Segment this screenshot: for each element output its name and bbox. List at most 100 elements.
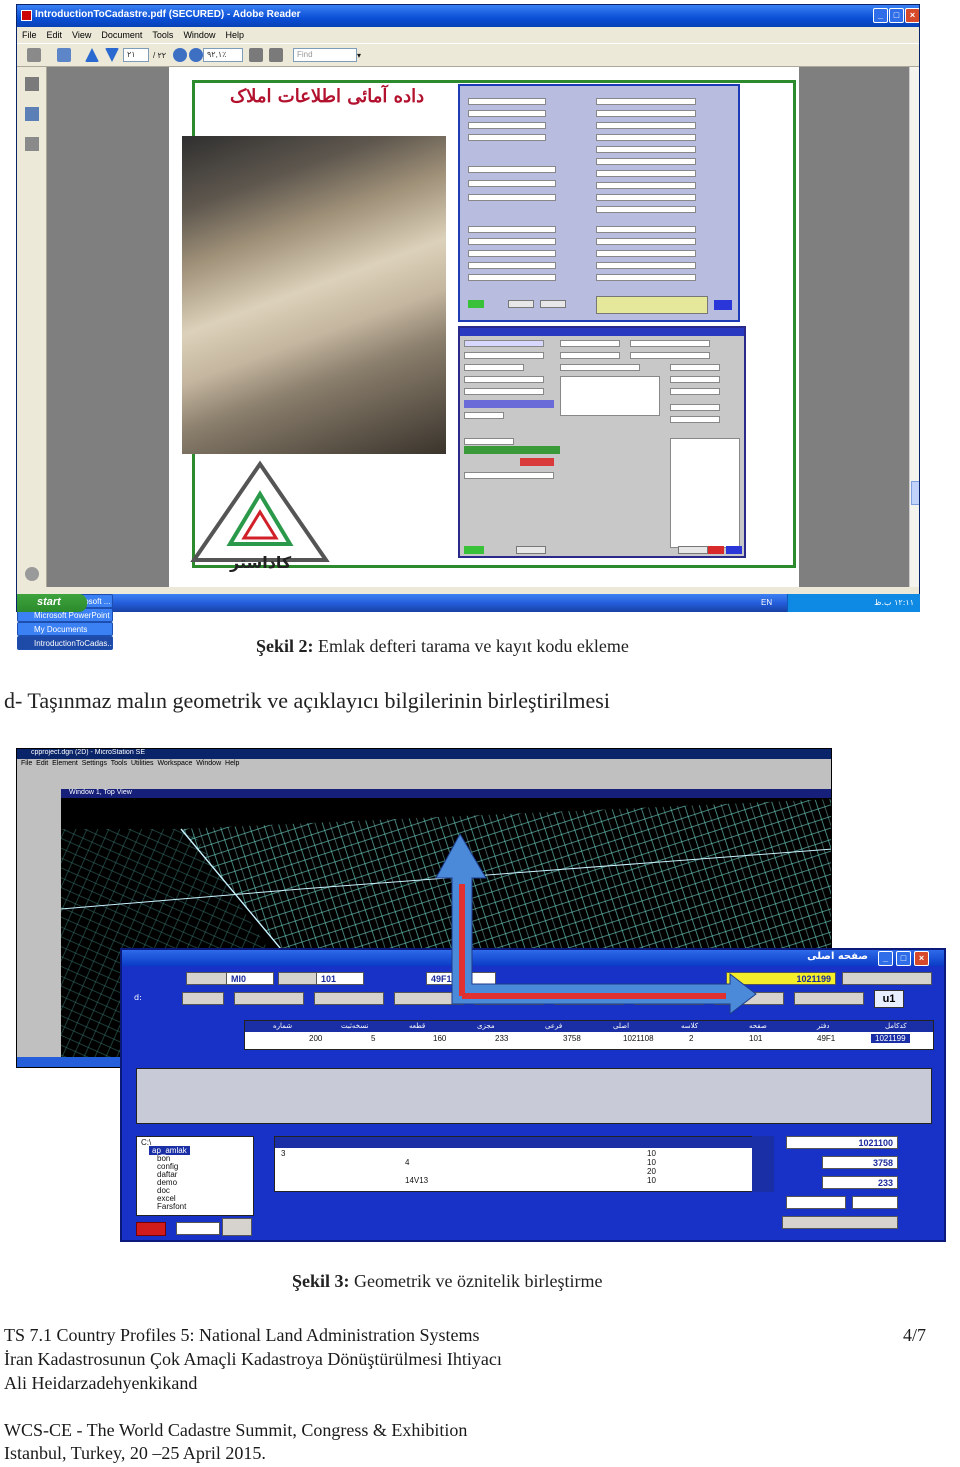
row2-button-1[interactable] bbox=[182, 992, 224, 1005]
ms-menu-edit[interactable]: Edit bbox=[36, 760, 48, 767]
form-close-button[interactable]: × bbox=[914, 951, 929, 966]
link-arrow bbox=[435, 834, 757, 1014]
menu-file[interactable]: File bbox=[17, 27, 42, 40]
cell-page[interactable]: 101 bbox=[749, 1034, 762, 1043]
detail-r4-c1[interactable]: 10 bbox=[647, 1176, 656, 1185]
right-field-2[interactable]: 3758 bbox=[822, 1156, 898, 1169]
bookmarks-icon[interactable] bbox=[25, 107, 39, 121]
figure3-caption: Şekil 3: Geometrik ve öznitelik birleşti… bbox=[292, 1271, 602, 1292]
menu-window[interactable]: Window bbox=[178, 27, 220, 40]
form-maximize-button[interactable]: □ bbox=[896, 951, 911, 966]
close-button[interactable]: × bbox=[905, 8, 919, 23]
ms-menu-settings[interactable]: Settings bbox=[82, 760, 107, 767]
u1-box[interactable]: u1 bbox=[874, 990, 904, 1008]
footer-conference: WCS-CE - The World Cadastre Summit, Cong… bbox=[4, 1420, 468, 1440]
detail-r3-c1[interactable]: 20 bbox=[647, 1167, 656, 1176]
bottom-button[interactable] bbox=[222, 1218, 252, 1236]
zoom-level[interactable]: ٩٢,١٪ bbox=[203, 48, 243, 62]
cell-class[interactable]: 2 bbox=[689, 1034, 693, 1043]
cell-separate[interactable]: 233 bbox=[495, 1034, 508, 1043]
cell-full-code[interactable]: 1021199 bbox=[871, 1034, 910, 1043]
d-label: d: bbox=[134, 993, 142, 1002]
find-dropdown-icon[interactable]: ▾ bbox=[357, 51, 361, 60]
detail-r2-c4[interactable]: 4 bbox=[405, 1158, 409, 1167]
next-page-icon[interactable] bbox=[105, 48, 119, 62]
language-indicator[interactable]: EN bbox=[761, 598, 772, 607]
ms-menu-tools[interactable]: Tools bbox=[111, 760, 127, 767]
menu-edit[interactable]: Edit bbox=[42, 27, 68, 40]
cell-daftar[interactable]: 49F1 bbox=[817, 1034, 835, 1043]
exit-button[interactable] bbox=[136, 1222, 166, 1236]
form1-status-panel bbox=[596, 296, 708, 314]
form1-button-a[interactable] bbox=[508, 300, 534, 308]
row2-button-2[interactable] bbox=[234, 992, 304, 1005]
minimize-button[interactable]: _ bbox=[873, 8, 888, 23]
email-icon[interactable] bbox=[57, 48, 71, 62]
cell-segment[interactable]: 160 bbox=[433, 1034, 446, 1043]
page-number-input[interactable]: ٢١ bbox=[123, 48, 149, 62]
folder-farsfont[interactable]: Farsfont bbox=[157, 1202, 186, 1211]
right-field-5[interactable] bbox=[852, 1196, 898, 1209]
cell-main[interactable]: 1021108 bbox=[623, 1034, 654, 1043]
task-my-documents[interactable]: My Documents bbox=[17, 622, 113, 636]
right-field-3[interactable]: 233 bbox=[822, 1176, 898, 1189]
detail-r1-c6[interactable]: 3 bbox=[281, 1149, 285, 1158]
cell-sub[interactable]: 3758 bbox=[563, 1034, 581, 1043]
windows-taskbar: start hh.docx - Microsoft ... Microsoft … bbox=[17, 594, 920, 650]
figure2-caption-label: Şekil 2: bbox=[256, 636, 314, 656]
maximize-button[interactable]: □ bbox=[889, 8, 904, 23]
form1-button-b[interactable] bbox=[540, 300, 566, 308]
blue-button[interactable] bbox=[714, 300, 732, 310]
logo-text: کاداستر bbox=[229, 553, 292, 572]
detail-r1-c1[interactable]: 10 bbox=[647, 1149, 656, 1158]
menu-document[interactable]: Document bbox=[96, 27, 147, 40]
folder-tree[interactable]: C:\ ap_amlak bon config daftar demo doc … bbox=[136, 1136, 254, 1216]
pages-icon[interactable] bbox=[25, 77, 39, 91]
fit-width-icon[interactable] bbox=[269, 48, 283, 62]
find-input[interactable]: Find bbox=[293, 48, 357, 62]
footer-location: Istanbul, Turkey, 20 –25 April 2015. bbox=[4, 1443, 266, 1463]
cell-copy[interactable]: 5 bbox=[371, 1034, 375, 1043]
detail-r2-c1[interactable]: 10 bbox=[647, 1158, 656, 1167]
form-minimize-button[interactable]: _ bbox=[878, 951, 893, 966]
ms-menu-help[interactable]: Help bbox=[225, 760, 239, 767]
green-button[interactable] bbox=[468, 300, 484, 308]
row2-button-9[interactable] bbox=[794, 992, 864, 1005]
layers-icon[interactable] bbox=[25, 137, 39, 151]
field-mi0[interactable]: MI0 bbox=[226, 972, 274, 985]
ms-menu-utilities[interactable]: Utilities bbox=[131, 760, 154, 767]
microstation-tool-palette[interactable] bbox=[17, 789, 61, 1067]
footer-author: Ali Heidarzadehyenkikand bbox=[4, 1373, 198, 1393]
cell-number[interactable]: 200 bbox=[309, 1034, 322, 1043]
attachment-icon[interactable] bbox=[25, 567, 39, 581]
figure2-caption: Şekil 2: Emlak defteri tarama ve kayıt k… bbox=[256, 636, 629, 657]
menu-view[interactable]: View bbox=[67, 27, 96, 40]
zoom-in-icon[interactable] bbox=[189, 48, 203, 62]
reader-title-bar: IntroductionToCadastre.pdf (SECURED) - A… bbox=[17, 5, 919, 27]
ms-menu-element[interactable]: Element bbox=[52, 760, 78, 767]
row2-button-3[interactable] bbox=[314, 992, 384, 1005]
ms-menu-window[interactable]: Window bbox=[196, 760, 221, 767]
field-101[interactable]: 101 bbox=[316, 972, 364, 985]
form-button-3[interactable] bbox=[842, 972, 932, 985]
ms-menu-workspace[interactable]: Workspace bbox=[157, 760, 192, 767]
scroll-thumb[interactable] bbox=[911, 481, 919, 505]
right-field-1[interactable]: 1021100 bbox=[786, 1136, 898, 1149]
previous-page-icon[interactable] bbox=[85, 48, 99, 62]
start-button[interactable]: start bbox=[17, 594, 87, 612]
menu-tools[interactable]: Tools bbox=[147, 27, 178, 40]
detail-r4-c4[interactable]: 14V13 bbox=[405, 1176, 428, 1185]
right-field-4[interactable] bbox=[786, 1196, 846, 1209]
print-icon[interactable] bbox=[27, 48, 41, 62]
menu-help[interactable]: Help bbox=[220, 27, 249, 40]
zoom-out-icon[interactable] bbox=[173, 48, 187, 62]
col-sub: فرعی bbox=[545, 1022, 563, 1030]
page-total: / ٢٢ bbox=[153, 51, 167, 60]
task-reader[interactable]: IntroductionToCadas... bbox=[17, 636, 113, 650]
bottom-field[interactable] bbox=[176, 1222, 220, 1235]
fit-page-icon[interactable] bbox=[249, 48, 263, 62]
ms-menu-file[interactable]: File bbox=[21, 760, 32, 767]
search-parcel-button[interactable] bbox=[782, 1216, 898, 1229]
reader-menu-bar: File Edit View Document Tools Window Help bbox=[17, 27, 919, 43]
vertical-scrollbar[interactable] bbox=[909, 67, 919, 587]
